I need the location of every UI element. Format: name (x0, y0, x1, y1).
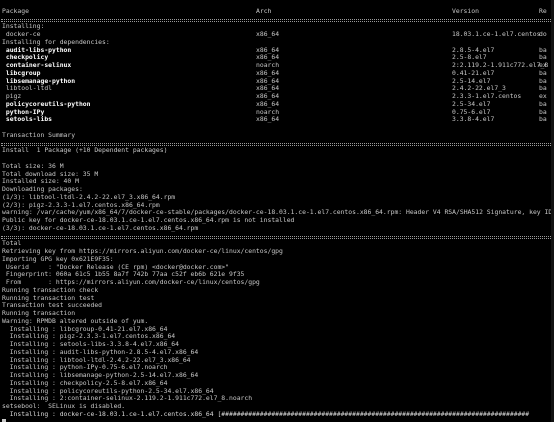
install-summary: Install 1 Package (+10 Dependent package… (0, 146, 554, 155)
terminal-window[interactable]: Package Arch Version Re Installing: dock… (0, 0, 554, 422)
package-arch: x86_64 (256, 30, 280, 38)
package-repo: ba (539, 115, 547, 124)
cursor-wrap (2, 418, 6, 422)
output-line: Transaction test succeeded (0, 301, 554, 310)
separator (0, 16, 554, 24)
summary-title: Transaction Summary (0, 130, 554, 140)
output-line: Installed size: 40 M (0, 177, 554, 186)
progress-line: Installing : docker-ce-18.03.1.ce-1.el7.… (0, 409, 554, 419)
header-package: Package (2, 6, 29, 15)
separator (0, 233, 554, 241)
progress-text: Installing : docker-ce-18.03.1.ce-1.el7.… (2, 409, 530, 418)
prompt-line[interactable] (0, 418, 554, 422)
summary-title-text: Transaction Summary (2, 130, 76, 139)
header-version: Version (452, 6, 479, 15)
output-line: Total download size: 35 M (0, 170, 554, 179)
package-repo: do (539, 30, 547, 38)
header-repo: Re (539, 6, 547, 15)
output-text: (3/3): docker-ce-18.03.1.ce-1.el7.centos… (2, 223, 199, 232)
package-arch: x86_64 (256, 115, 280, 124)
install-summary-text: Install 1 Package (+10 Dependent package… (2, 146, 168, 155)
table-row: setools-libs x86_64 3.3.8-4.el7 ba (0, 115, 554, 124)
package-version: 3.3.8-4.el7 (452, 115, 495, 124)
output-line: (3/3): docker-ce-18.03.1.ce-1.el7.centos… (0, 223, 554, 233)
table-header: Package Arch Version Re (0, 6, 554, 16)
header-arch: Arch (256, 6, 272, 15)
package-name: setools-libs (2, 115, 53, 124)
package-version: 18.03.1.ce-1.el7.centos (452, 30, 541, 38)
terminal-cursor (2, 418, 6, 422)
